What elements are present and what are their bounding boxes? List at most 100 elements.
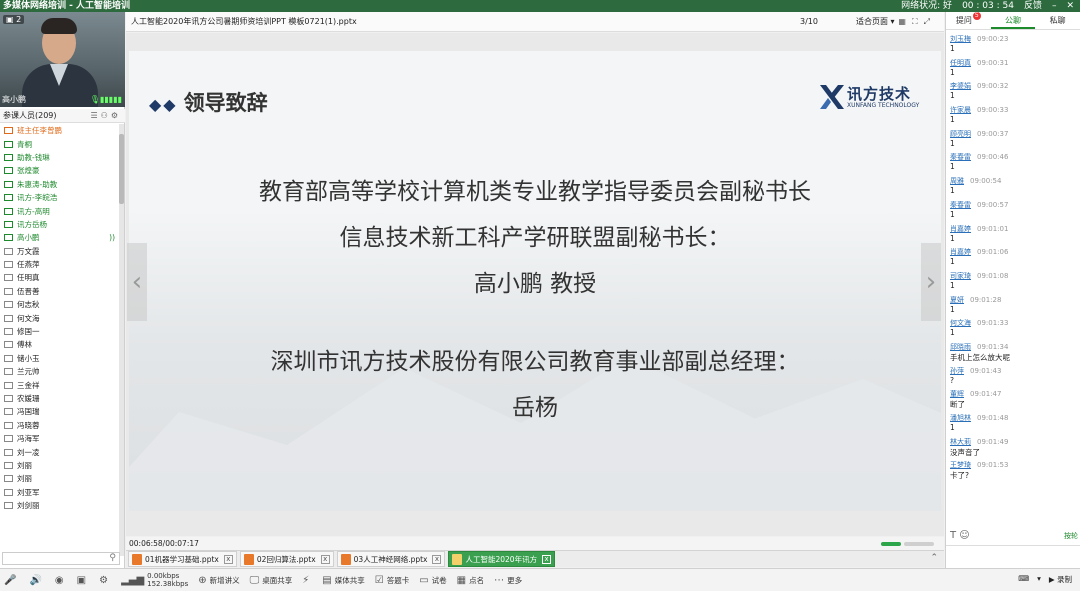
keyboard-icon[interactable]: ⌨ xyxy=(1018,574,1029,585)
document-tab[interactable]: 人工智能2020年讯方 x xyxy=(448,551,556,567)
participant-item[interactable]: 高小鹏)) xyxy=(0,231,118,244)
record-screen-button[interactable]: ▣ xyxy=(77,575,89,586)
flash-button[interactable]: ⚡ xyxy=(302,575,312,586)
quiz-button[interactable]: ▭ 试卷 xyxy=(419,575,446,586)
close-tab-icon[interactable]: x xyxy=(432,554,442,564)
more-button[interactable]: ⋯ 更多 xyxy=(494,575,522,586)
text-format-icon[interactable]: T xyxy=(950,530,956,541)
microphone-button[interactable]: 🎤 xyxy=(4,575,19,586)
participant-item[interactable]: 任燕萍 xyxy=(0,258,118,271)
timeline-remaining[interactable] xyxy=(904,542,934,546)
participant-item[interactable]: 冯晓蓉 xyxy=(0,419,118,432)
fullscreen-icon[interactable]: ⛶ xyxy=(912,17,924,26)
participant-item[interactable]: 刘亚军 xyxy=(0,486,118,499)
participant-item[interactable]: 兰元帅 xyxy=(0,365,118,378)
chat-sender-link[interactable]: 潘旭林 xyxy=(950,414,971,422)
participant-item[interactable]: 刘丽 xyxy=(0,459,118,472)
feedback-button[interactable]: 反馈 xyxy=(1024,0,1042,12)
expand-icon[interactable]: ⤢ xyxy=(924,17,936,26)
timeline-progress[interactable] xyxy=(881,542,901,546)
participant-item[interactable]: 刘一凌 xyxy=(0,445,118,458)
new-lecture-button[interactable]: ⊕ 新增讲义 xyxy=(198,575,239,586)
desktop-share-button[interactable]: 🖵 桌面共享 xyxy=(250,575,293,586)
scrollbar-thumb[interactable] xyxy=(119,134,124,204)
participant-item[interactable]: 何志秋 xyxy=(0,298,118,311)
participant-item[interactable]: 农媛珊 xyxy=(0,392,118,405)
roll-call-button[interactable]: ▦ 点名 xyxy=(457,575,484,586)
chat-sender-link[interactable]: 李婆娟 xyxy=(950,82,971,90)
chat-sender-link[interactable]: 任明真 xyxy=(950,59,971,67)
teacher-video[interactable]: ▣ 2 高小鹏 🎙▮▮▮▮▮ xyxy=(0,12,125,107)
speaker-button[interactable]: 🔊 xyxy=(29,575,44,586)
search-icon[interactable]: ⚲ xyxy=(109,553,116,563)
participant-item[interactable]: 三金祥 xyxy=(0,378,118,391)
media-share-button[interactable]: ▤ 媒体共享 xyxy=(322,575,364,586)
participant-list-scrollbar[interactable] xyxy=(119,124,124,556)
close-tab-icon[interactable]: x xyxy=(223,554,233,564)
chat-sender-link[interactable]: 司家琦 xyxy=(950,272,971,280)
chat-mode-toggle[interactable]: 按轮 xyxy=(1064,531,1078,541)
participant-item[interactable]: 冯海军 xyxy=(0,432,118,445)
chat-sender-link[interactable]: 许家晨 xyxy=(950,106,971,114)
settings-button[interactable]: ⚙ xyxy=(99,575,111,586)
answer-card-button[interactable]: ☑ 答题卡 xyxy=(375,575,409,586)
tab-private-chat[interactable]: 私聊 xyxy=(1035,12,1080,29)
participant-item[interactable]: 修国一 xyxy=(0,325,118,338)
grid-icon[interactable]: ▦ xyxy=(898,17,912,26)
chat-sender-link[interactable]: 王梦琦 xyxy=(950,461,971,469)
minimize-icon[interactable]: – xyxy=(1052,0,1057,12)
chat-sender-link[interactable]: 肖嘉婷 xyxy=(950,248,971,256)
participant-item[interactable]: 傅林 xyxy=(0,338,118,351)
camera-button[interactable]: ◉ xyxy=(55,575,67,586)
chat-sender-link[interactable]: 夏妍 xyxy=(950,296,964,304)
record-button[interactable]: ▶ 录制 xyxy=(1049,574,1072,585)
collapse-tabs-icon[interactable]: ⌃ xyxy=(930,553,938,563)
document-tab[interactable]: 02回归算法.pptx x xyxy=(239,551,334,567)
participant-item[interactable]: 何文海 xyxy=(0,311,118,324)
fit-page-dropdown[interactable]: 适合页面 ▾ xyxy=(856,12,895,32)
participant-item[interactable]: 伍晋善 xyxy=(0,285,118,298)
participant-item[interactable]: 万文霞 xyxy=(0,245,118,258)
participant-item[interactable]: 青桐 xyxy=(0,137,118,150)
chat-sender-link[interactable]: 孙萍 xyxy=(950,367,964,375)
participant-search-input[interactable]: ⚲ xyxy=(2,552,120,565)
participant-item[interactable]: 张煌豪 xyxy=(0,164,118,177)
close-icon[interactable]: ✕ xyxy=(1066,0,1074,12)
chat-sender-link[interactable]: 肖嘉婷 xyxy=(950,225,971,233)
chat-sender-link[interactable]: 林大莉 xyxy=(950,438,971,446)
participant-item[interactable]: 朱惠涛-助教 xyxy=(0,178,118,191)
emoji-icon[interactable]: ☺ xyxy=(959,530,969,541)
chat-input[interactable] xyxy=(946,545,1080,568)
chat-sender-link[interactable]: 何文海 xyxy=(950,319,971,327)
add-person-icon[interactable]: ⚇ xyxy=(101,111,111,120)
chat-sender-link[interactable]: 邱晓雨 xyxy=(950,343,971,351)
participant-item[interactable]: 讯方-高明 xyxy=(0,204,118,217)
participant-item[interactable]: 储小玉 xyxy=(0,352,118,365)
document-tab[interactable]: 01机器学习基础.pptx x xyxy=(128,551,237,567)
previous-slide-button[interactable]: ‹ xyxy=(127,243,147,321)
close-tab-icon[interactable]: x xyxy=(320,554,330,564)
tab-public-chat[interactable]: 公聊 xyxy=(990,12,1036,29)
participant-item[interactable]: 讯方-李皖浩 xyxy=(0,191,118,204)
document-tab[interactable]: 03人工神经网络.pptx x xyxy=(336,551,446,567)
chat-sender-link[interactable]: 刘玉梅 xyxy=(950,35,971,43)
chat-sender-link[interactable]: 董辉 xyxy=(950,390,964,398)
participant-item[interactable]: 任明真 xyxy=(0,271,118,284)
chat-sender-link[interactable]: 秦春雷 xyxy=(950,201,971,209)
chat-sender-link[interactable]: 周雅 xyxy=(950,177,964,185)
settings-icon[interactable]: ⚙ xyxy=(111,111,121,120)
close-tab-icon[interactable]: x xyxy=(542,554,552,564)
tab-questions[interactable]: 提问5 xyxy=(946,12,991,29)
participant-item[interactable]: 班主任李曾鹏 xyxy=(0,124,118,137)
media-timeline[interactable]: 00:06:58/00:07:17 xyxy=(126,537,944,550)
participant-item[interactable]: 刘丽 xyxy=(0,472,118,485)
chat-sender-link[interactable]: 秦春雷 xyxy=(950,153,971,161)
dropdown-icon[interactable]: ▾ xyxy=(1037,574,1041,585)
next-slide-button[interactable]: › xyxy=(921,243,941,321)
chat-sender-link[interactable]: 顾亮明 xyxy=(950,130,971,138)
participant-item[interactable]: 讯方岳杨 xyxy=(0,218,118,231)
list-menu-icon[interactable]: ☰ xyxy=(90,111,100,120)
participant-item[interactable]: 刘剑丽 xyxy=(0,499,118,512)
participant-item[interactable]: 冯国瑞 xyxy=(0,405,118,418)
participant-item[interactable]: 助教-钱琳 xyxy=(0,151,118,164)
